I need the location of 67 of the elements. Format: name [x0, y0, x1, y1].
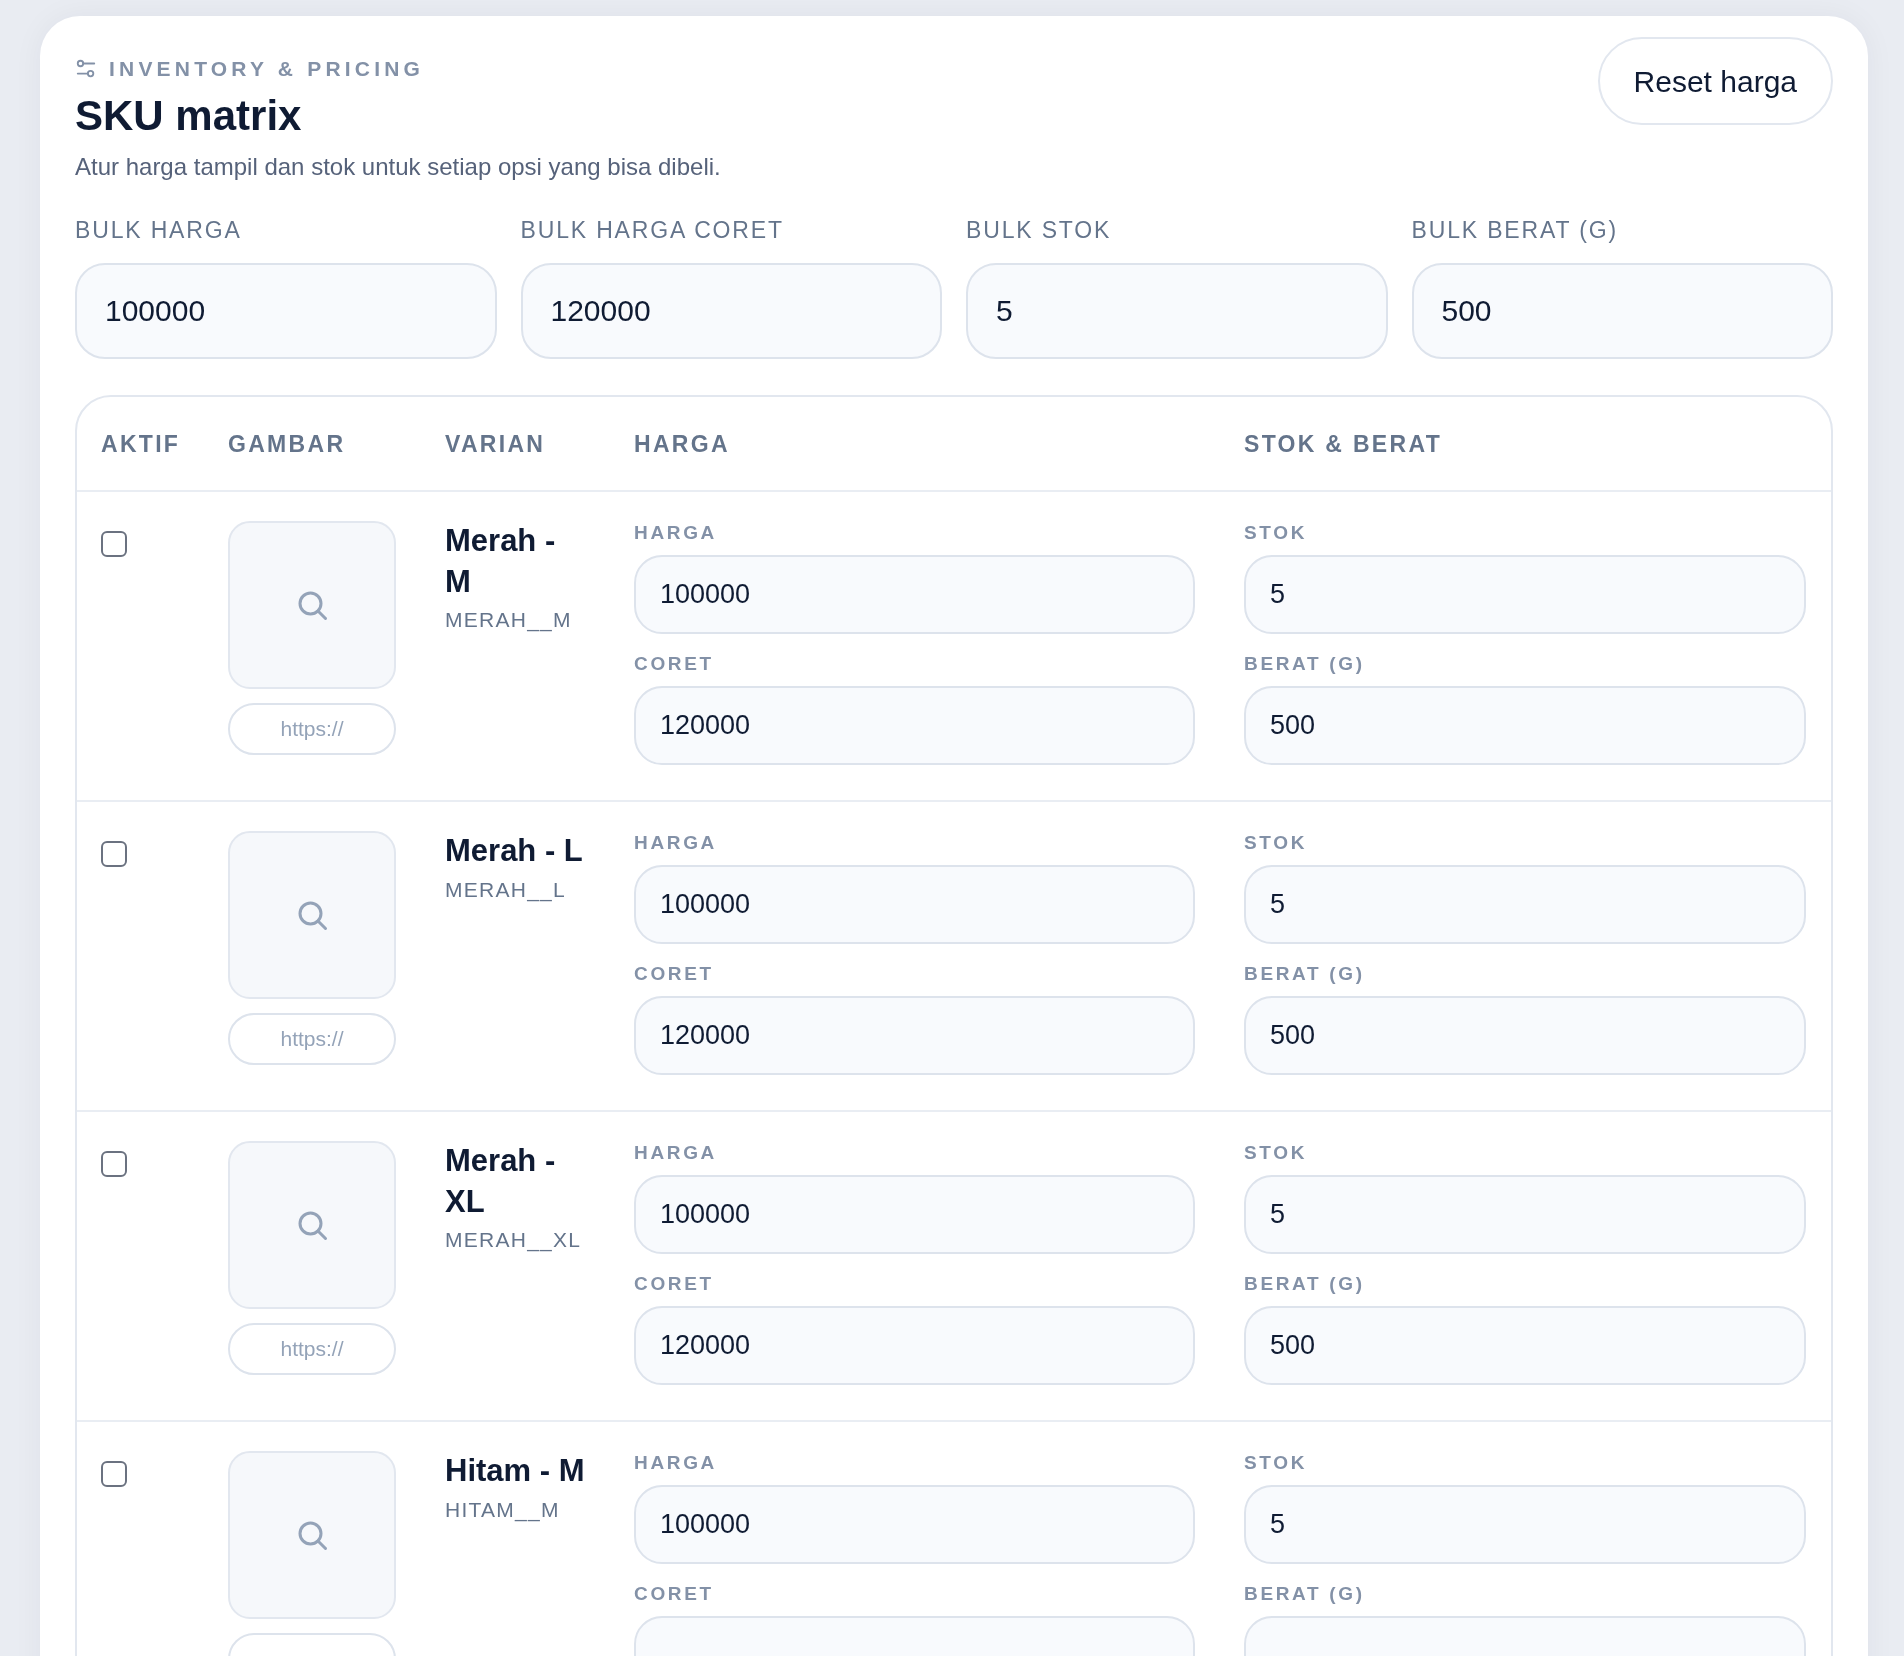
- field-label: BERAT (G): [1244, 1582, 1366, 1607]
- field-label: BULK BERAT (G): [1411, 215, 1619, 245]
- field-label: STOK: [1244, 1141, 1309, 1166]
- input-field[interactable]: 100000: [634, 555, 1195, 635]
- image-placeholder[interactable]: [228, 1141, 396, 1310]
- variant-code: MERAH__L: [445, 876, 567, 904]
- bulk-input-field[interactable]: 5: [966, 263, 1388, 360]
- field-label: BULK HARGA CORET: [520, 215, 785, 245]
- variant-name: Merah - M: [445, 522, 557, 601]
- input-field[interactable]: 500: [1244, 686, 1806, 766]
- variant-code: HITAM__M: [445, 1496, 561, 1524]
- input-field[interactable]: 120000: [634, 996, 1195, 1076]
- bulk-input-field[interactable]: 100000: [75, 263, 497, 360]
- image-url-field[interactable]: https://: [228, 1323, 396, 1376]
- field-label: HARGA: [634, 831, 718, 856]
- input-field[interactable]: 500: [1244, 1306, 1806, 1386]
- active-checkbox[interactable]: [101, 841, 127, 868]
- field-label: STOK: [1244, 521, 1309, 546]
- active-checkbox[interactable]: [101, 1151, 127, 1178]
- input-field[interactable]: 5: [1244, 555, 1806, 635]
- input-field[interactable]: 120000: [634, 686, 1195, 766]
- field-label: BERAT (G): [1244, 1272, 1366, 1297]
- image-url-field[interactable]: https://: [228, 1013, 396, 1066]
- field-label: STOK: [1244, 1451, 1309, 1476]
- input-field[interactable]: 100000: [634, 1175, 1195, 1255]
- column-header: AKTIF: [101, 429, 181, 459]
- field-label: HARGA: [634, 521, 718, 546]
- image-placeholder[interactable]: [228, 831, 396, 1000]
- column-header: GAMBAR: [228, 429, 346, 459]
- image-url-field[interactable]: https://: [228, 703, 396, 756]
- active-checkbox[interactable]: [101, 1461, 127, 1488]
- field-label: HARGA: [634, 1451, 718, 1476]
- active-checkbox[interactable]: [101, 531, 127, 558]
- input-field[interactable]: 120000: [634, 1306, 1195, 1386]
- sliders-icon: [75, 57, 97, 80]
- field-label: STOK: [1244, 831, 1309, 856]
- input-field[interactable]: 100000: [634, 865, 1195, 945]
- page-title: SKU matrix: [75, 90, 303, 141]
- field-label: CORET: [634, 652, 715, 677]
- variant-name: Merah - L: [445, 832, 584, 871]
- column-header: VARIAN: [445, 429, 546, 459]
- field-label: BULK HARGA: [75, 215, 243, 245]
- reset-price-button[interactable]: Reset harga: [1597, 37, 1833, 125]
- variant-code: MERAH__M: [445, 607, 573, 634]
- input-field[interactable]: 5: [1244, 1175, 1806, 1255]
- image-placeholder[interactable]: [228, 1451, 396, 1620]
- field-label: HARGA: [634, 1141, 718, 1166]
- variant-name: Merah - XL: [445, 1142, 557, 1221]
- page-subtitle: Atur harga tampil dan stok untuk setiap opsi yang bisa dibeli.: [75, 151, 721, 182]
- input-field[interactable]: 5: [1244, 865, 1806, 945]
- variant-code: MERAH__XL: [445, 1227, 583, 1254]
- input-field[interactable]: 5: [1244, 1485, 1806, 1565]
- column-header: HARGA: [634, 429, 730, 459]
- field-label: BULK STOK: [966, 215, 1113, 245]
- field-label: BERAT (G): [1244, 652, 1366, 677]
- input-field[interactable]: 500: [1244, 996, 1806, 1076]
- field-label: CORET: [634, 962, 715, 987]
- input-field[interactable]: 100000: [634, 1485, 1195, 1565]
- field-label: CORET: [634, 1582, 715, 1607]
- bulk-input-field[interactable]: 120000: [520, 263, 942, 360]
- column-header: STOK & BERAT: [1244, 429, 1442, 459]
- section-eyebrow: INVENTORY & PRICING: [109, 56, 425, 82]
- field-label: CORET: [634, 1272, 715, 1297]
- image-placeholder[interactable]: [228, 521, 396, 690]
- field-label: BERAT (G): [1244, 962, 1366, 987]
- bulk-input-field[interactable]: 500: [1411, 263, 1833, 360]
- variant-name: Hitam - M: [445, 1452, 586, 1491]
